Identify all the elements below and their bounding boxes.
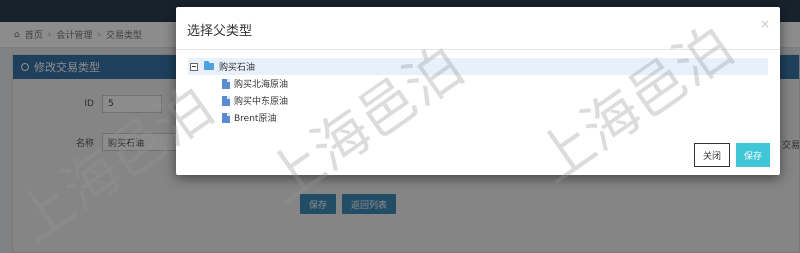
dialog-save-button[interactable]: 保存 — [735, 143, 770, 167]
type-tree: 购买石油 购买北海原油 购买中东原油 Brent原油 — [188, 58, 768, 126]
collapse-icon[interactable] — [190, 62, 198, 71]
tree-node[interactable]: 购买中东原油 — [188, 92, 768, 109]
tree-node[interactable]: Brent原油 — [188, 109, 768, 126]
select-parent-type-dialog: 选择父类型 × 购买石油 购买北海原油 购买中东原油 Brent原油 关闭 保存 — [176, 7, 780, 175]
tree-node-label[interactable]: 购买石油 — [219, 60, 255, 73]
dialog-buttons: 关闭 保存 — [693, 143, 770, 167]
close-icon[interactable]: × — [760, 17, 770, 31]
tree-node-label[interactable]: 购买北海原油 — [234, 77, 288, 90]
dialog-title: 选择父类型 — [187, 24, 253, 39]
folder-open-icon — [204, 61, 214, 70]
dialog-divider — [176, 49, 780, 50]
tree-node[interactable]: 购买北海原油 — [188, 75, 768, 92]
tree-node-root[interactable]: 购买石油 — [188, 58, 768, 75]
tree-node-label[interactable]: Brent原油 — [234, 111, 276, 124]
dialog-close-button[interactable]: 关闭 — [693, 143, 730, 167]
file-icon — [222, 95, 230, 106]
file-icon — [222, 78, 230, 89]
file-icon — [222, 112, 230, 123]
tree-node-label[interactable]: 购买中东原油 — [234, 94, 288, 107]
